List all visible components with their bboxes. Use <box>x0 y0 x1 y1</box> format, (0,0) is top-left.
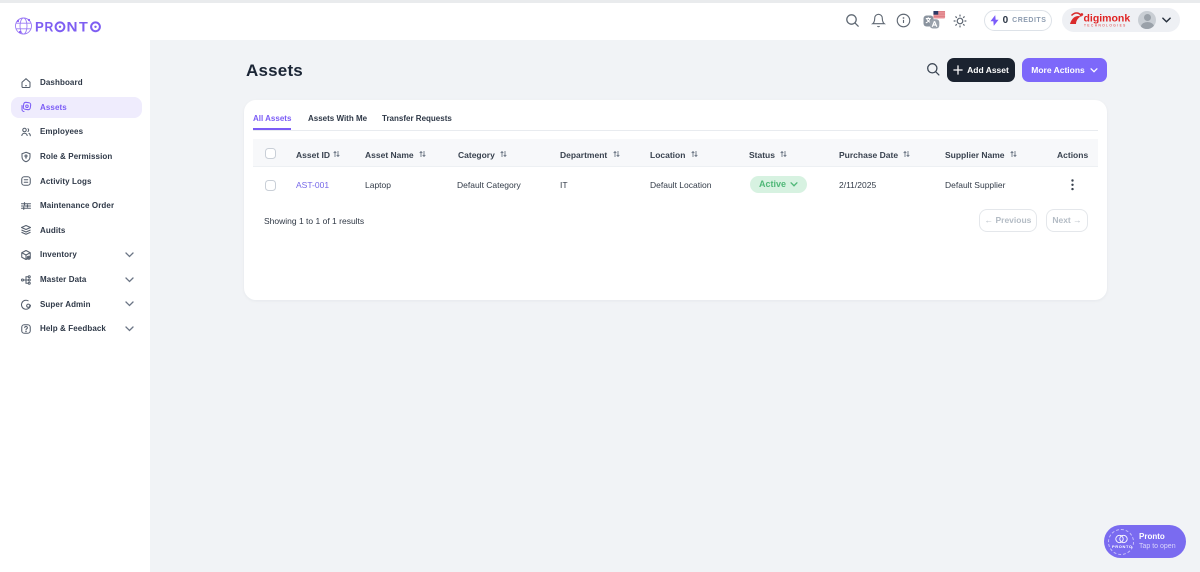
svg-text:N: N <box>67 19 78 34</box>
svg-text:T: T <box>79 19 89 34</box>
svg-text:P: P <box>35 19 44 34</box>
svg-text:TECHNOLOGIES: TECHNOLOGIES <box>1084 24 1127 28</box>
svg-text:R: R <box>45 19 54 34</box>
